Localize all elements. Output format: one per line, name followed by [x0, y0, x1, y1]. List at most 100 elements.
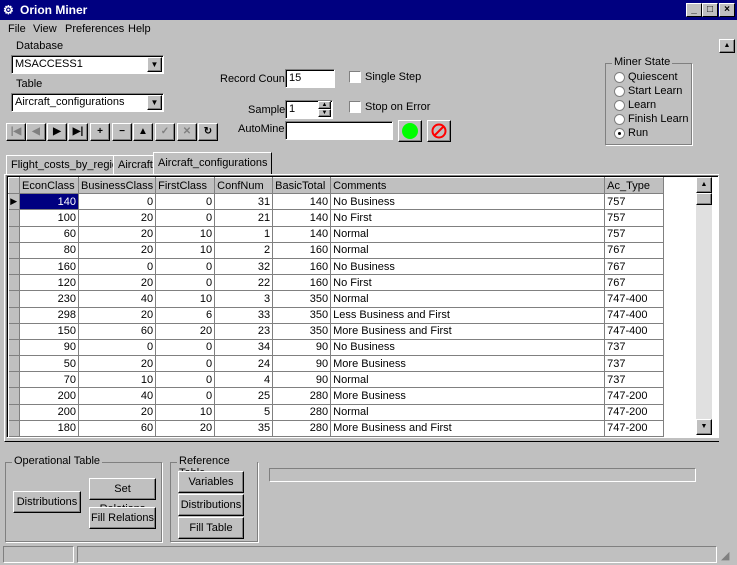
- table-cell[interactable]: 0: [78, 258, 157, 276]
- table-cell[interactable]: 757: [604, 226, 665, 243]
- radio-start-learn[interactable]: [614, 86, 625, 97]
- table-cell[interactable]: More Business: [330, 387, 606, 405]
- scroll-down-icon[interactable]: ▼: [696, 419, 712, 435]
- table-cell[interactable]: 280: [272, 420, 332, 438]
- table-cell[interactable]: 5: [214, 404, 274, 421]
- table-cell[interactable]: 35: [214, 420, 274, 438]
- table-cell[interactable]: 200: [19, 387, 79, 405]
- row-indicator[interactable]: [8, 307, 20, 324]
- table-cell[interactable]: No First: [330, 274, 606, 292]
- row-indicator[interactable]: [8, 339, 20, 357]
- current-row-indicator-icon[interactable]: ▶: [8, 193, 20, 211]
- row-indicator[interactable]: [8, 226, 20, 243]
- table-cell[interactable]: 21: [214, 209, 274, 227]
- table-cell[interactable]: 160: [272, 258, 332, 276]
- table-cell[interactable]: 32: [214, 258, 274, 276]
- stop-on-error-checkbox[interactable]: [349, 101, 361, 113]
- fill-table-button[interactable]: Fill Table: [178, 517, 244, 539]
- stop-button[interactable]: [427, 120, 451, 142]
- table-cell[interactable]: 70: [19, 371, 79, 389]
- column-header[interactable]: Comments: [330, 176, 606, 195]
- table-cell[interactable]: 34: [214, 339, 274, 357]
- table-cell[interactable]: 140: [272, 193, 332, 211]
- table-row[interactable]: 200 20 10 5 280 Normal 747-200: [8, 404, 665, 421]
- table-cell[interactable]: 100: [19, 209, 79, 227]
- table-cell[interactable]: No Business: [330, 258, 606, 276]
- table-cell[interactable]: 20: [78, 226, 157, 243]
- table-row[interactable]: 80 20 10 2 160 Normal 767: [8, 242, 665, 259]
- menu-preferences[interactable]: Preferences: [65, 23, 124, 35]
- table-cell[interactable]: 767: [604, 258, 665, 276]
- table-cell[interactable]: 60: [78, 420, 157, 438]
- table-cell[interactable]: 20: [78, 274, 157, 292]
- table-cell[interactable]: 10: [155, 242, 216, 259]
- table-cell[interactable]: No Business: [330, 339, 606, 357]
- table-cell[interactable]: 747-200: [604, 387, 665, 405]
- table-cell[interactable]: 33: [214, 307, 274, 324]
- row-indicator[interactable]: [8, 258, 20, 276]
- table-cell[interactable]: No Business: [330, 193, 606, 211]
- column-header[interactable]: ConfNum: [214, 176, 274, 195]
- row-indicator[interactable]: [8, 387, 20, 405]
- reference-distributions-button[interactable]: Distributions: [178, 494, 244, 516]
- table-cell[interactable]: 20: [78, 404, 157, 421]
- window-scroll-up-icon[interactable]: ▲: [719, 39, 735, 53]
- row-indicator[interactable]: [8, 371, 20, 389]
- table-row[interactable]: 200 40 0 25 280 More Business 747-200: [8, 387, 665, 405]
- table-cell[interactable]: 120: [19, 274, 79, 292]
- tab-aircraft[interactable]: Aircraft: [113, 155, 158, 175]
- table-cell[interactable]: 350: [272, 290, 332, 308]
- table-cell[interactable]: No First: [330, 209, 606, 227]
- menu-view[interactable]: View: [33, 23, 57, 35]
- set-relations-button[interactable]: Set Relations: [89, 478, 156, 515]
- table-cell[interactable]: 280: [272, 387, 332, 405]
- table-row[interactable]: 150 60 20 23 350 More Business and First 747-4…: [8, 323, 665, 340]
- chevron-down-icon[interactable]: ▼: [147, 95, 162, 110]
- row-indicator[interactable]: [8, 209, 20, 227]
- insert-record-icon[interactable]: +: [90, 123, 110, 141]
- table-cell[interactable]: 180: [19, 420, 79, 438]
- table-row[interactable]: 160 0 0 32 160 No Business 767: [8, 258, 665, 276]
- scroll-thumb[interactable]: [696, 193, 712, 205]
- table-cell[interactable]: 737: [604, 339, 665, 357]
- table-cell[interactable]: 3: [214, 290, 274, 308]
- table-cell[interactable]: 0: [155, 387, 216, 405]
- table-row[interactable]: 90 0 0 34 90 No Business 737: [8, 339, 665, 357]
- table-cell[interactable]: 0: [155, 258, 216, 276]
- sample-field[interactable]: 1 ▲ ▼: [285, 100, 333, 119]
- menu-file[interactable]: File: [8, 23, 26, 35]
- radio-run[interactable]: [614, 128, 625, 139]
- table-cell[interactable]: 350: [272, 307, 332, 324]
- minimize-icon[interactable]: _: [686, 3, 702, 17]
- last-record-icon[interactable]: ▶|: [68, 123, 88, 141]
- table-cell[interactable]: 10: [155, 404, 216, 421]
- delete-record-icon[interactable]: −: [112, 123, 132, 141]
- table-select[interactable]: Aircraft_configurations ▼: [11, 93, 164, 112]
- column-header[interactable]: BusinessClass: [77, 176, 157, 195]
- table-cell[interactable]: 0: [155, 193, 216, 211]
- table-cell[interactable]: 160: [272, 242, 332, 259]
- resize-grip-icon[interactable]: ◢: [721, 549, 729, 562]
- column-header[interactable]: EconClass: [19, 176, 79, 195]
- table-cell[interactable]: 10: [155, 290, 216, 308]
- spin-up-icon[interactable]: ▲: [318, 101, 331, 109]
- table-cell[interactable]: More Business and First: [330, 420, 606, 438]
- table-cell[interactable]: 4: [214, 371, 274, 389]
- window-scrollbar[interactable]: ▲: [719, 39, 735, 544]
- table-cell[interactable]: 160: [272, 274, 332, 292]
- column-header[interactable]: Ac_Type: [604, 176, 665, 195]
- table-cell[interactable]: 0: [155, 274, 216, 292]
- table-cell[interactable]: 22: [214, 274, 274, 292]
- refresh-icon[interactable]: ↻: [198, 123, 218, 141]
- scroll-up-icon[interactable]: ▲: [696, 177, 712, 193]
- title-bar[interactable]: ⚙ Orion Miner _ □ ×: [0, 0, 737, 20]
- table-cell[interactable]: 737: [604, 355, 665, 373]
- table-cell[interactable]: 747-400: [604, 290, 665, 308]
- table-cell[interactable]: 350: [272, 323, 332, 340]
- table-cell[interactable]: 24: [214, 355, 274, 373]
- table-cell[interactable]: 767: [604, 242, 665, 259]
- chevron-down-icon[interactable]: ▼: [147, 57, 162, 72]
- table-cell[interactable]: 0: [78, 193, 157, 211]
- table-cell[interactable]: 298: [19, 307, 79, 324]
- operational-distributions-button[interactable]: Distributions: [13, 491, 81, 513]
